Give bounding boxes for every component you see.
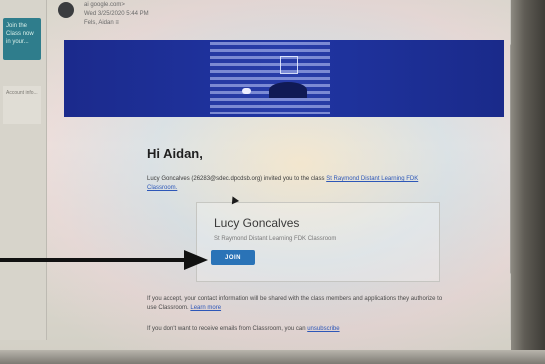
- banner-cloud-icon: [242, 88, 251, 94]
- teacher-name: Lucy Goncalves: [214, 216, 300, 230]
- unsubscribe-text: If you don't want to receive emails from…: [147, 325, 447, 334]
- monitor-bezel: [511, 0, 545, 364]
- email-date: Wed 3/25/2020 5:44 PM: [84, 11, 149, 17]
- email-recipient[interactable]: Fels, Aidan ≡: [84, 20, 119, 26]
- learn-more-link[interactable]: Learn more: [190, 305, 221, 311]
- sender-address: ai google.com>: [84, 2, 125, 8]
- banner-frame-icon: [280, 56, 298, 74]
- unsubscribe-link[interactable]: unsubscribe: [307, 326, 339, 332]
- monitor-bezel-bottom: [0, 350, 545, 364]
- left-sidebar: Join the Class now in your... Account in…: [0, 0, 47, 340]
- classroom-banner: [64, 40, 504, 117]
- consent-text: If you accept, your contact information …: [147, 295, 447, 313]
- invite-text: Lucy Goncalves (26283@sdec.dpcdsb.org) i…: [147, 175, 427, 193]
- email-greeting: Hi Aidan,: [147, 146, 203, 161]
- arrow-head-icon: [184, 250, 208, 270]
- join-button[interactable]: JOIN: [211, 250, 255, 265]
- class-name: St Raymond Distant Learning FDK Classroo…: [214, 236, 337, 242]
- class-invite-card: [196, 202, 440, 282]
- banner-illustration: [210, 42, 330, 114]
- invite-sentence: Lucy Goncalves (26283@sdec.dpcdsb.org) i…: [147, 176, 325, 182]
- arrow-annotation-icon: [0, 258, 188, 262]
- sidebar-selected-message[interactable]: Join the Class now in your...: [3, 18, 41, 60]
- sidebar-message[interactable]: Account info...: [3, 86, 41, 124]
- unsubscribe-sentence: If you don't want to receive emails from…: [147, 326, 306, 332]
- banner-hill-icon: [269, 82, 307, 98]
- sender-avatar: [58, 2, 74, 18]
